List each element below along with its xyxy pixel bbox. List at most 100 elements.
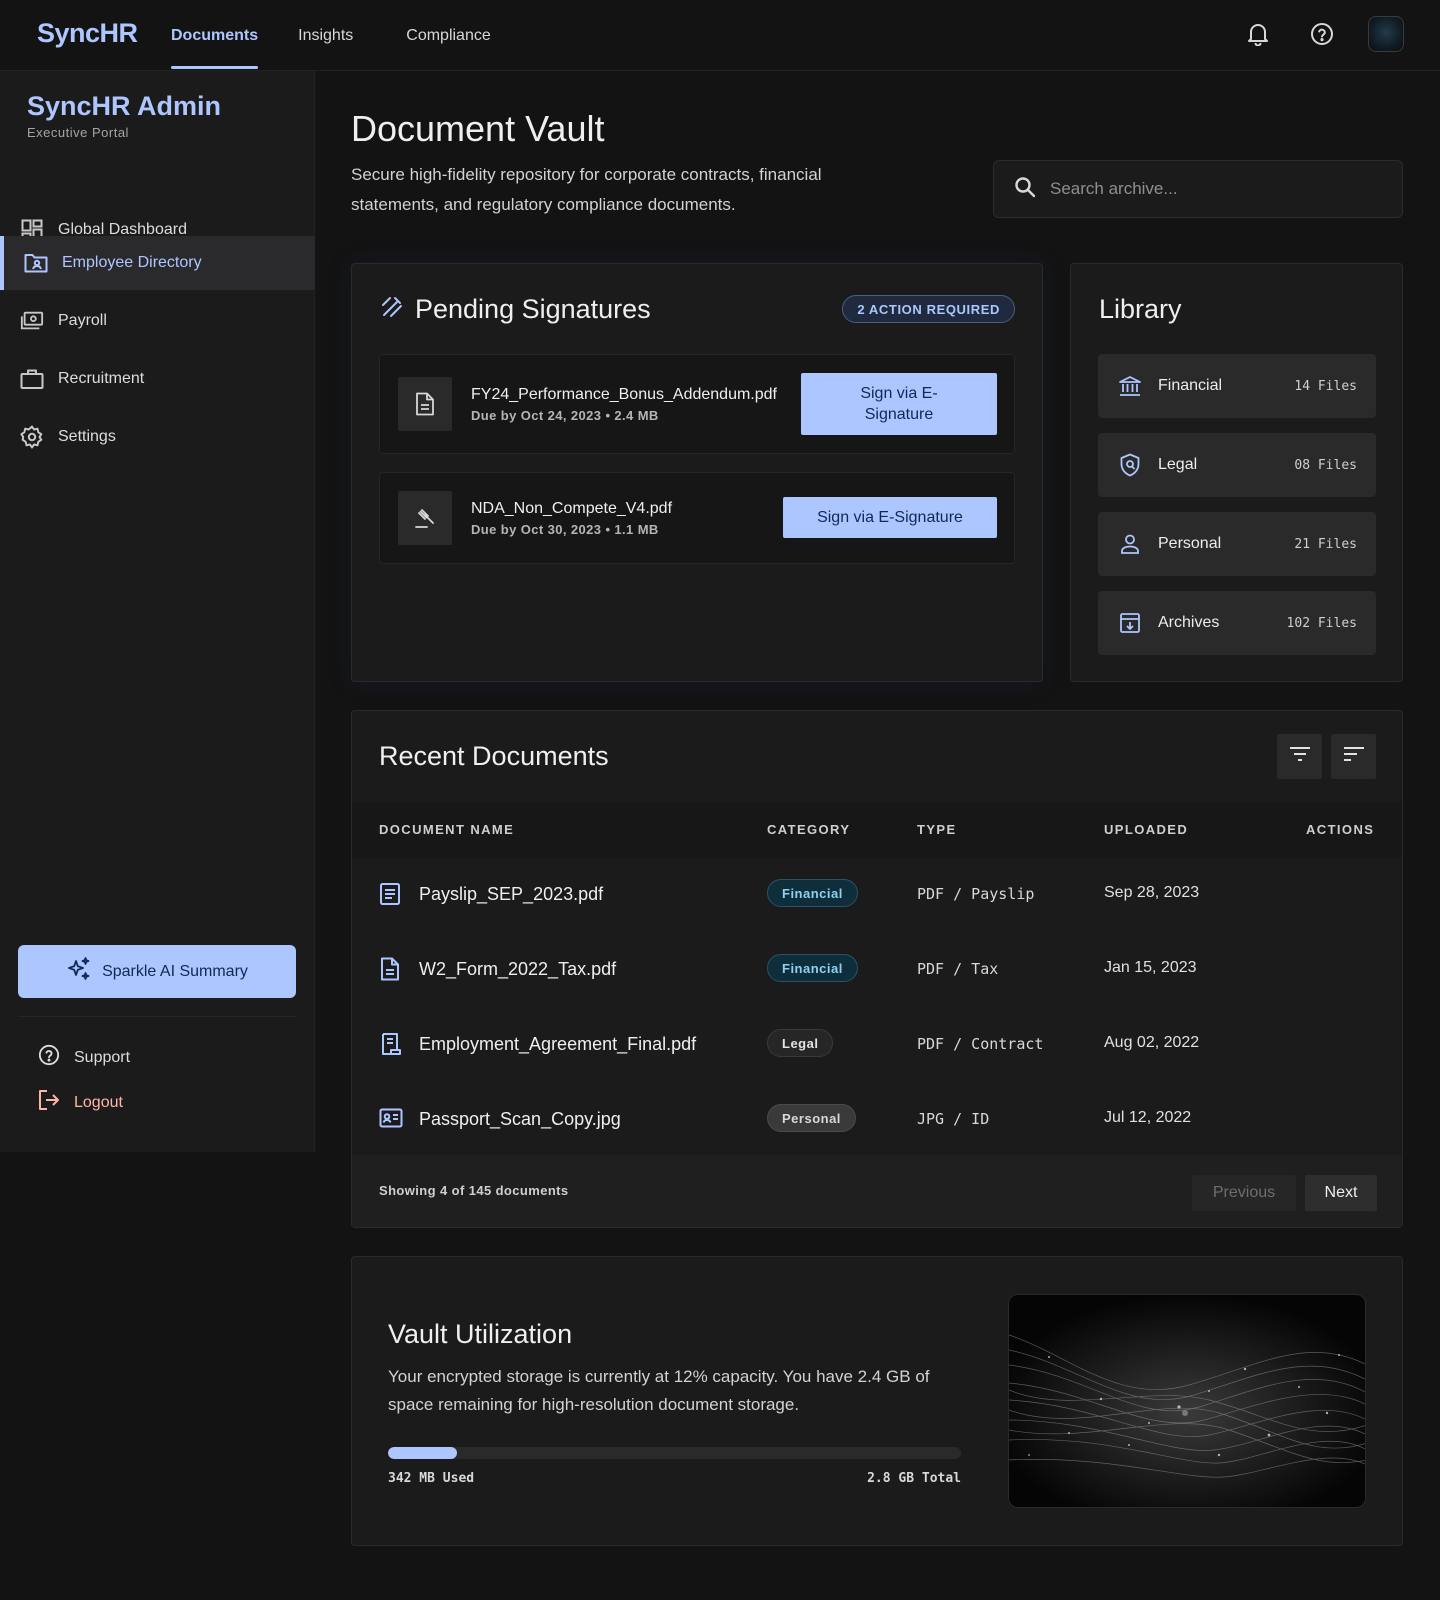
uploaded-date: Aug 02, 2022 — [1104, 1034, 1200, 1051]
brand-logo[interactable]: SyncHR — [37, 18, 138, 49]
page-description: Secure high-fidelity repository for corp… — [351, 165, 822, 214]
top-bar: SyncHR Documents Insights Compliance — [0, 0, 1440, 71]
document-icon — [379, 957, 401, 986]
logout-label: Logout — [74, 1093, 123, 1111]
recent-documents-card: Recent Documents DOCUMENT NAME CATEGORY … — [351, 710, 1403, 1228]
recent-title: Recent Documents — [379, 741, 609, 771]
sidebar-item-label: Payroll — [58, 312, 107, 329]
document-name[interactable]: Employment_Agreement_Final.pdf — [419, 1034, 696, 1055]
previous-button[interactable]: Previous — [1192, 1175, 1296, 1211]
search-bar — [993, 160, 1403, 218]
library-item-personal[interactable]: Personal 21 Files — [1098, 512, 1376, 576]
storage-used-label: 342 MB Used — [388, 1471, 475, 1486]
sidebar-item-label: Settings — [58, 428, 116, 445]
table-row[interactable]: Payslip_SEP_2023.pdf Financial PDF / Pay… — [352, 857, 1402, 932]
data-waves-image — [1008, 1294, 1366, 1508]
pending-file-name[interactable]: NDA_Non_Compete_V4.pdf — [471, 500, 672, 518]
pending-title: Pending Signatures — [415, 294, 651, 324]
shield-icon — [1118, 453, 1142, 477]
sidebar-item-employee-directory[interactable]: Employee Directory — [0, 236, 315, 290]
pending-file-name[interactable]: FY24_Performance_Bonus_Addendum.pdf — [471, 386, 777, 404]
document-icon — [398, 377, 452, 431]
library-count: 14 Files — [1294, 378, 1357, 394]
column-header[interactable]: TYPE — [917, 822, 957, 837]
sidebar-item-recruitment[interactable]: Recruitment — [0, 352, 315, 406]
category-badge: Financial — [767, 954, 858, 982]
sparkle-icon — [66, 956, 92, 987]
filter-icon — [1289, 746, 1311, 767]
help-icon[interactable] — [1304, 16, 1340, 52]
support-link[interactable]: Support — [38, 1044, 130, 1071]
tab-insights[interactable]: Insights — [298, 0, 353, 71]
search-input[interactable] — [1050, 179, 1380, 199]
library-label: Archives — [1158, 614, 1220, 631]
next-button[interactable]: Next — [1305, 1175, 1377, 1211]
id-card-icon — [379, 1107, 403, 1134]
document-name[interactable]: Payslip_SEP_2023.pdf — [419, 884, 603, 905]
table-header: DOCUMENT NAME CATEGORY TYPE UPLOADED ACT… — [352, 802, 1402, 858]
pagination-summary: Showing 4 of 145 documents — [379, 1183, 569, 1198]
logout-link[interactable]: Logout — [38, 1089, 123, 1116]
vault-title: Vault Utilization — [388, 1319, 573, 1349]
top-actions — [1240, 16, 1404, 52]
column-header[interactable]: DOCUMENT NAME — [379, 822, 514, 837]
library-item-archives[interactable]: Archives 102 Files — [1098, 591, 1376, 655]
column-header: ACTIONS — [1306, 822, 1375, 837]
library-card: Library Financial 14 Files Legal 08 File… — [1070, 263, 1403, 682]
library-label: Financial — [1158, 377, 1223, 394]
action-required-badge: 2 ACTION REQUIRED — [842, 295, 1015, 323]
tab-compliance[interactable]: Compliance — [406, 0, 490, 71]
ai-button-label: Sparkle AI Summary — [102, 962, 248, 980]
table-row[interactable]: Passport_Scan_Copy.jpg Personal JPG / ID… — [352, 1082, 1402, 1157]
column-header[interactable]: UPLOADED — [1104, 822, 1188, 837]
sparkle-ai-summary-button[interactable]: Sparkle AI Summary — [18, 945, 296, 998]
avatar[interactable] — [1368, 16, 1404, 52]
vault-utilization-card: Vault Utilization Your encrypted storage… — [351, 1256, 1403, 1546]
library-count: 08 Files — [1294, 457, 1357, 473]
sidebar-subtitle: Executive Portal — [27, 125, 129, 140]
payments-icon — [20, 309, 44, 333]
library-count: 102 Files — [1286, 615, 1357, 631]
bank-icon — [1118, 374, 1142, 398]
document-type: PDF / Payslip — [917, 885, 1035, 903]
category-badge: Legal — [767, 1029, 834, 1057]
document-name[interactable]: Passport_Scan_Copy.jpg — [419, 1109, 621, 1130]
search-icon — [1014, 176, 1036, 203]
pending-item: FY24_Performance_Bonus_Addendum.pdf Due … — [379, 354, 1015, 454]
storage-progress-fill — [388, 1447, 457, 1459]
filter-button[interactable] — [1277, 734, 1322, 779]
storage-progress-bar — [388, 1447, 961, 1459]
library-label: Legal — [1158, 456, 1198, 473]
gear-icon — [20, 425, 44, 449]
pending-file-meta: Due by Oct 24, 2023 • 2.4 MB — [471, 408, 659, 423]
sidebar-item-label: Recruitment — [58, 370, 145, 387]
top-nav: Documents Insights Compliance — [171, 0, 531, 71]
library-count: 21 Files — [1294, 536, 1357, 552]
help-circle-icon — [38, 1044, 60, 1071]
column-header[interactable]: CATEGORY — [767, 822, 850, 837]
sign-button[interactable]: Sign via E-Signature — [801, 373, 997, 435]
table-row[interactable]: Employment_Agreement_Final.pdf Legal PDF… — [352, 1007, 1402, 1082]
pending-item: NDA_Non_Compete_V4.pdf Due by Oct 30, 20… — [379, 472, 1015, 564]
person-icon — [1118, 532, 1142, 556]
document-type: JPG / ID — [917, 1110, 990, 1128]
table-footer: Showing 4 of 145 documents Previous Next — [352, 1155, 1402, 1227]
table-row[interactable]: W2_Form_2022_Tax.pdf Financial PDF / Tax… — [352, 932, 1402, 1007]
pending-file-meta: Due by Oct 30, 2023 • 1.1 MB — [471, 522, 659, 537]
sidebar-divider — [18, 1016, 296, 1017]
pending-signatures-card: Pending Signatures 2 ACTION REQUIRED FY2… — [351, 263, 1043, 682]
bell-icon[interactable] — [1240, 16, 1276, 52]
vault-description: Your encrypted storage is currently at 1… — [388, 1367, 930, 1414]
sidebar-item-payroll[interactable]: Payroll — [0, 294, 315, 348]
library-item-financial[interactable]: Financial 14 Files — [1098, 354, 1376, 418]
document-name[interactable]: W2_Form_2022_Tax.pdf — [419, 959, 616, 980]
sort-button[interactable] — [1331, 734, 1376, 779]
library-item-legal[interactable]: Legal 08 Files — [1098, 433, 1376, 497]
sign-button[interactable]: Sign via E-Signature — [783, 497, 997, 538]
sidebar-item-settings[interactable]: Settings — [0, 410, 315, 464]
uploaded-date: Jan 15, 2023 — [1104, 959, 1197, 976]
tab-documents[interactable]: Documents — [171, 0, 259, 71]
gavel-icon — [398, 491, 452, 545]
contract-icon — [379, 1032, 401, 1061]
pending-header: Pending Signatures — [381, 294, 651, 325]
